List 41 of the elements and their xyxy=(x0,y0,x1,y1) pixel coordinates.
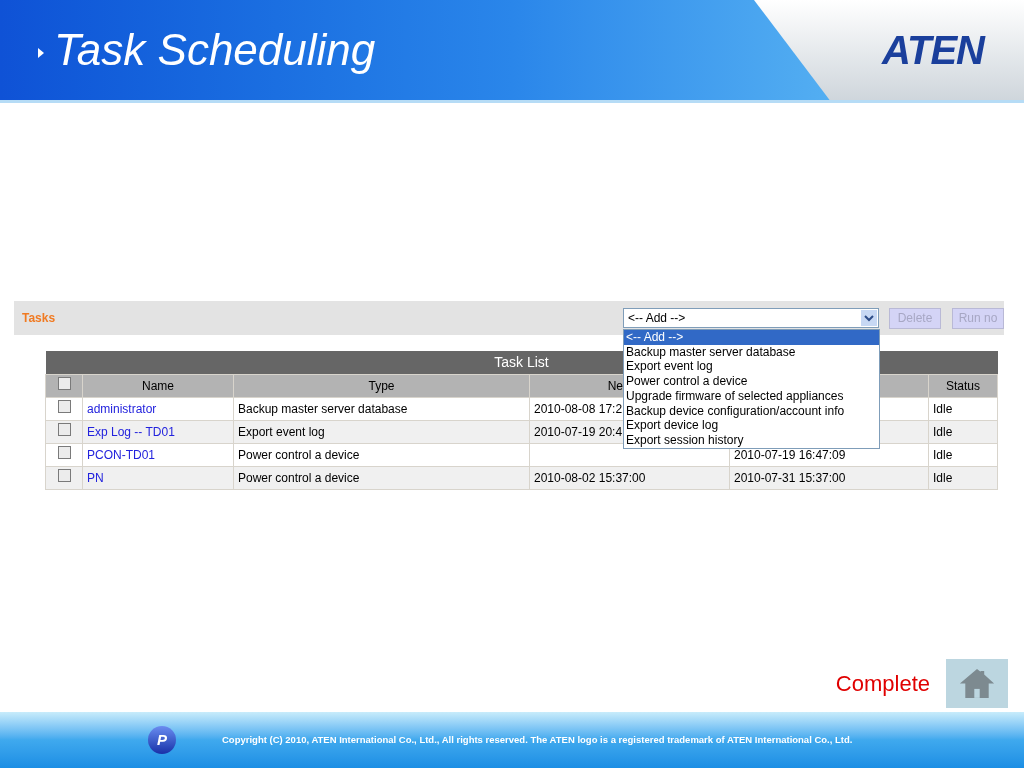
dropdown-option[interactable]: Export session history xyxy=(624,432,879,448)
table-cell: 2010-07-19 20:4 xyxy=(534,424,623,439)
copyright-text: Copyright (C) 2010, ATEN International Co., Ltd., All rights reserved. The ATEN logo is a registered trademark of ATEN International Co., Ltd. xyxy=(222,732,853,747)
dropdown-option[interactable]: <-- Add --> xyxy=(624,330,879,345)
column-header: Ne xyxy=(607,378,623,393)
table-cell: Idle xyxy=(933,424,953,439)
checkbox[interactable] xyxy=(57,376,71,390)
checkbox[interactable] xyxy=(57,422,71,436)
table-cell: Idle xyxy=(933,470,953,485)
table-cell: Idle xyxy=(933,401,953,416)
home-icon xyxy=(959,668,995,699)
dropdown-option[interactable]: Backup device configuration/account info xyxy=(624,403,879,419)
caret-icon xyxy=(861,310,877,326)
table-cell: Idle xyxy=(933,447,953,462)
checkbox[interactable] xyxy=(57,399,71,413)
checkbox[interactable] xyxy=(57,468,71,482)
checkbox[interactable] xyxy=(57,445,71,459)
table-cell: 2010-07-19 16:47:09 xyxy=(734,447,846,462)
column-header: Name xyxy=(82,374,234,397)
complete-label: Complete xyxy=(835,670,930,698)
home-button[interactable] xyxy=(946,659,1008,708)
task-select[interactable]: <-- Add --> xyxy=(623,308,879,328)
task-name-link[interactable]: PN xyxy=(87,470,104,485)
table-cell: 2010-07-31 15:37:00 xyxy=(734,470,846,485)
footer-logo[interactable]: P xyxy=(148,726,176,754)
column-header: Type xyxy=(233,374,530,397)
table-cell: Export event log xyxy=(238,424,325,439)
dropdown-option[interactable]: Upgrade firmware of selected appliances xyxy=(624,388,879,404)
dropdown-option[interactable]: Power control a device xyxy=(624,374,879,389)
dropdown-option[interactable]: Export device log xyxy=(624,418,879,433)
table-cell: 2010-08-02 15:37:00 xyxy=(534,470,646,485)
table-cell: Backup master server database xyxy=(238,401,408,416)
table-cell: Power control a device xyxy=(238,470,360,485)
column-header: Status xyxy=(928,374,998,397)
toolbar-title: Tasks xyxy=(22,310,56,327)
bullet-icon xyxy=(38,48,44,58)
logo: ATEN xyxy=(882,30,984,70)
dropdown-option[interactable]: Export event log xyxy=(624,359,879,375)
table-cell: Power control a device xyxy=(238,447,360,462)
slide-title: Task Scheduling xyxy=(54,28,376,72)
table-cell: 2010-08-08 17:2 xyxy=(534,401,623,416)
